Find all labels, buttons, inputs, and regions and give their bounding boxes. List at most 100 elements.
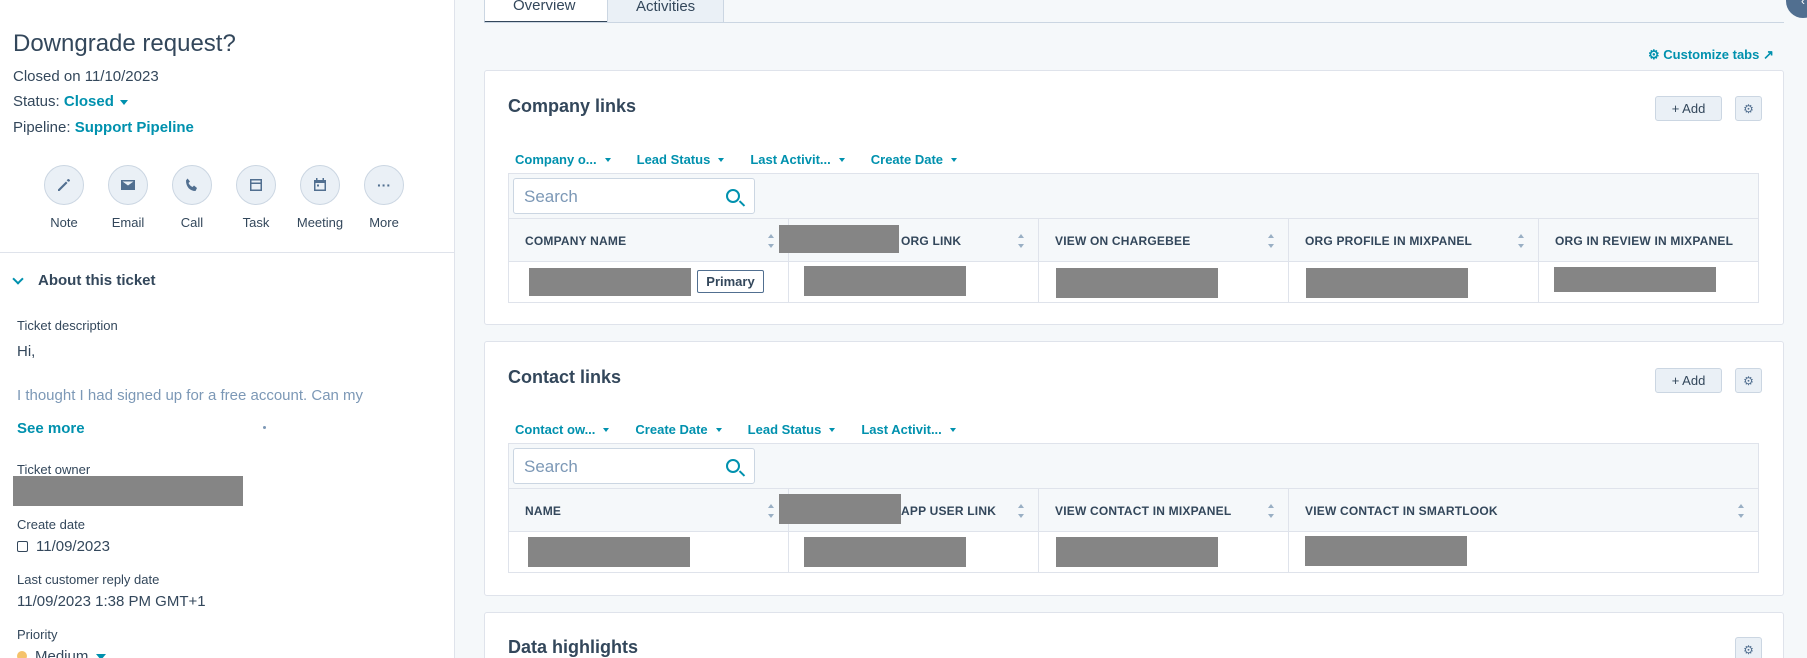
- search-icon: [726, 459, 740, 473]
- more-button[interactable]: ··· More: [352, 165, 416, 230]
- pencil-icon: [44, 165, 84, 205]
- redacted-app-user-link[interactable]: [804, 537, 966, 567]
- create-date-value[interactable]: 11/09/2023: [17, 538, 110, 555]
- col-name[interactable]: NAME: [509, 489, 789, 533]
- ticket-description-line2: I thought I had signed up for a free acc…: [17, 387, 364, 404]
- ticket-description-label: Ticket description: [17, 318, 118, 333]
- note-button[interactable]: Note: [32, 165, 96, 230]
- redacted-mixpanel-review[interactable]: [1554, 267, 1716, 292]
- filter-company-owner[interactable]: Company o...: [515, 152, 611, 167]
- priority-label: Priority: [17, 627, 58, 642]
- data-highlights-card: Data highlights ⚙: [484, 612, 1784, 658]
- contact-table: Search NAME APP USER LINK VIEW CONTACT I…: [508, 443, 1759, 573]
- sort-icon: [768, 234, 774, 248]
- redacted-org-link[interactable]: [804, 266, 966, 296]
- sort-icon: [1018, 234, 1024, 248]
- customize-tabs-link[interactable]: ⚙ Customize tabs ↗: [1648, 47, 1774, 63]
- filter-last-activity[interactable]: Last Activit...: [750, 152, 845, 167]
- table-row: [509, 532, 1758, 572]
- create-date-label: Create date: [17, 517, 85, 532]
- chevron-down-icon: [96, 654, 107, 658]
- ticket-title: Downgrade request?: [13, 30, 236, 57]
- sort-icon: [768, 504, 774, 518]
- company-table-header: COMPANY NAME ORG LINK VIEW ON CHARGEBEE …: [509, 218, 1760, 263]
- redacted-contact-smartlook[interactable]: [1305, 536, 1467, 566]
- dot-marker: [263, 426, 266, 429]
- meeting-button[interactable]: Meeting: [288, 165, 352, 230]
- redacted-chargebee[interactable]: [1056, 268, 1218, 298]
- data-highlights-settings-button[interactable]: ⚙: [1735, 637, 1762, 658]
- gear-icon: ⚙: [1743, 642, 1754, 657]
- priority-dropdown[interactable]: Medium: [17, 648, 107, 658]
- chevron-down-icon: [829, 427, 836, 432]
- col-company-name[interactable]: COMPANY NAME: [509, 219, 789, 263]
- chevron-down-icon: [119, 99, 128, 105]
- col-view-contact-smartlook[interactable]: VIEW CONTACT IN SMARTLOOK: [1289, 489, 1759, 533]
- status-label: Status:: [13, 93, 60, 110]
- ticket-sidebar: Downgrade request? Closed on 11/10/2023 …: [0, 0, 455, 658]
- calendar-icon: [300, 165, 340, 205]
- search-icon: [726, 189, 740, 203]
- company-search-input[interactable]: Search: [513, 178, 755, 214]
- ticket-owner-redacted[interactable]: [13, 476, 243, 506]
- contact-table-header: NAME APP USER LINK VIEW CONTACT IN MIXPA…: [509, 488, 1759, 533]
- add-company-button[interactable]: + Add: [1655, 96, 1722, 121]
- redacted-contact-mixpanel[interactable]: [1056, 537, 1218, 567]
- pipeline-label: Pipeline:: [13, 119, 71, 136]
- ticket-owner-label: Ticket owner: [17, 462, 91, 477]
- gear-icon: ⚙: [1743, 373, 1754, 388]
- status-dropdown[interactable]: Closed: [64, 93, 128, 110]
- col-view-contact-mixpanel[interactable]: VIEW CONTACT IN MIXPANEL: [1039, 489, 1289, 533]
- filter-last-activity[interactable]: Last Activit...: [861, 422, 956, 437]
- closed-on-text: Closed on 11/10/2023: [13, 68, 159, 85]
- task-icon: [236, 165, 276, 205]
- chevron-down-icon: [718, 157, 725, 162]
- company-table: Search COMPANY NAME ORG LINK VIEW ON CHA…: [508, 173, 1759, 303]
- priority-dot-icon: [17, 651, 27, 658]
- chevron-down-icon: [715, 427, 722, 432]
- pipeline-link[interactable]: Support Pipeline: [75, 119, 194, 136]
- action-bar: Note Email Call Task Meeting ··· More: [32, 165, 416, 230]
- filter-create-date[interactable]: Create Date: [635, 422, 722, 437]
- tab-activities[interactable]: Activities: [607, 0, 724, 23]
- redacted-contact-name[interactable]: [528, 537, 690, 567]
- contact-search-input[interactable]: Search: [513, 448, 755, 484]
- call-button[interactable]: Call: [160, 165, 224, 230]
- phone-icon: [172, 165, 212, 205]
- email-button[interactable]: Email: [96, 165, 160, 230]
- sort-icon: [1518, 234, 1524, 248]
- tab-divider: [484, 22, 1784, 23]
- chevron-down-icon: [604, 157, 611, 162]
- gear-icon: ⚙: [1743, 101, 1754, 116]
- tab-overview[interactable]: Overview: [484, 0, 608, 23]
- gear-icon: ⚙: [1648, 47, 1664, 62]
- filter-lead-status[interactable]: Lead Status: [637, 152, 725, 167]
- add-contact-button[interactable]: + Add: [1655, 368, 1722, 393]
- last-reply-label: Last customer reply date: [17, 572, 160, 587]
- collapse-panel-button[interactable]: ‹: [1786, 0, 1807, 18]
- sort-icon: [1738, 504, 1744, 518]
- sort-icon: [1268, 234, 1274, 248]
- contact-settings-button[interactable]: ⚙: [1735, 368, 1762, 393]
- filter-contact-owner[interactable]: Contact ow...: [515, 422, 610, 437]
- redacted-company-name[interactable]: [529, 268, 691, 296]
- col-view-on-chargebee[interactable]: VIEW ON CHARGEBEE: [1039, 219, 1289, 263]
- divider: [0, 252, 455, 253]
- external-link-icon: ↗: [1759, 47, 1774, 62]
- col-org-review-mixpanel[interactable]: ORG IN REVIEW IN MIXPANEL: [1539, 219, 1760, 263]
- see-more-link[interactable]: See more: [17, 420, 85, 437]
- about-section-toggle[interactable]: About this ticket: [12, 272, 156, 289]
- redacted-mixpanel-profile[interactable]: [1306, 268, 1468, 298]
- filter-create-date[interactable]: Create Date: [871, 152, 958, 167]
- primary-badge: Primary: [697, 270, 764, 293]
- ticket-description-line1: Hi,: [17, 343, 36, 360]
- filter-lead-status[interactable]: Lead Status: [748, 422, 836, 437]
- contact-links-card: Contact links + Add ⚙ Contact ow... Crea…: [484, 341, 1784, 596]
- col-org-profile-mixpanel[interactable]: ORG PROFILE IN MIXPANEL: [1289, 219, 1539, 263]
- ellipsis-icon: ···: [364, 165, 404, 205]
- redacted-header: [779, 494, 901, 524]
- company-filters: Company o... Lead Status Last Activit...…: [515, 152, 983, 167]
- sort-icon: [1268, 504, 1274, 518]
- company-settings-button[interactable]: ⚙: [1735, 96, 1762, 121]
- task-button[interactable]: Task: [224, 165, 288, 230]
